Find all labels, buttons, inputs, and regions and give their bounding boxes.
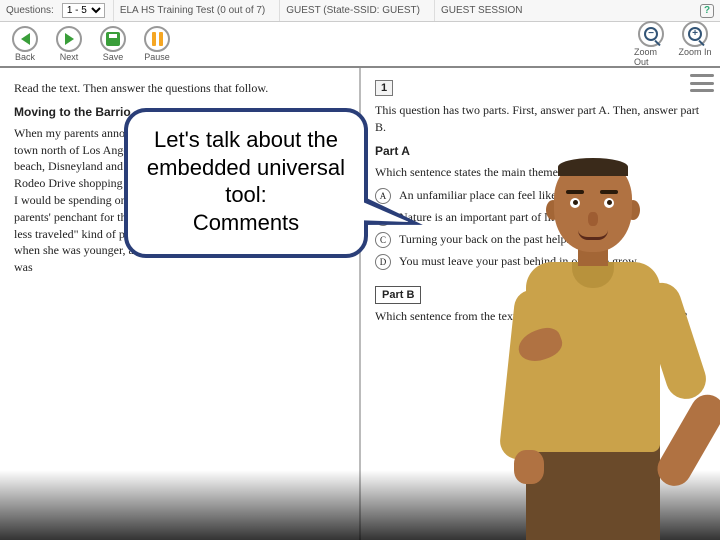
context-menu-icon[interactable] (690, 74, 714, 92)
next-button[interactable]: Next (52, 26, 86, 62)
question-number: 1 (375, 80, 393, 96)
question-stem: This question has two parts. First, answ… (375, 102, 706, 136)
presenter-character (466, 140, 706, 540)
arrow-right-icon (65, 33, 74, 45)
pause-button[interactable]: Pause (140, 26, 174, 62)
option-letter: C (375, 232, 391, 248)
top-info-bar: Questions: 1 - 5 ELA HS Training Test (0… (0, 0, 720, 22)
option-letter: D (375, 254, 391, 270)
bubble-line: embedded universal (144, 154, 348, 182)
back-button[interactable]: Back (8, 26, 42, 62)
zoom-out-label: Zoom Out (634, 47, 668, 67)
toolbar: Back Next Save Pause − Zoom Out + Zoom I… (0, 22, 720, 68)
save-button[interactable]: Save (96, 26, 130, 62)
save-label: Save (103, 52, 124, 62)
pause-label: Pause (144, 52, 170, 62)
test-title: ELA HS Training Test (0 out of 7) (113, 0, 271, 21)
guest-info: GUEST (State-SSID: GUEST) (279, 0, 426, 21)
save-icon (106, 32, 120, 46)
speech-bubble: Let's talk about the embedded universal … (124, 108, 368, 258)
back-label: Back (15, 52, 35, 62)
help-button[interactable]: ? (700, 4, 714, 18)
zoom-in-button[interactable]: + Zoom In (678, 21, 712, 67)
questions-label: Questions: (6, 5, 54, 16)
questions-dropdown[interactable]: 1 - 5 (62, 3, 105, 18)
part-b-label: Part B (375, 286, 421, 304)
zoom-out-icon: − (644, 27, 658, 41)
arrow-left-icon (21, 33, 30, 45)
passage-intro: Read the text. Then answer the questions… (14, 80, 345, 97)
session-label: GUEST SESSION (434, 0, 529, 21)
zoom-out-button[interactable]: − Zoom Out (634, 21, 668, 67)
bubble-line: tool: (144, 181, 348, 209)
zoom-in-label: Zoom In (678, 47, 711, 57)
zoom-in-icon: + (688, 27, 702, 41)
next-label: Next (60, 52, 79, 62)
pause-icon (152, 32, 163, 46)
bubble-line: Comments (144, 209, 348, 237)
bubble-line: Let's talk about the (144, 126, 348, 154)
